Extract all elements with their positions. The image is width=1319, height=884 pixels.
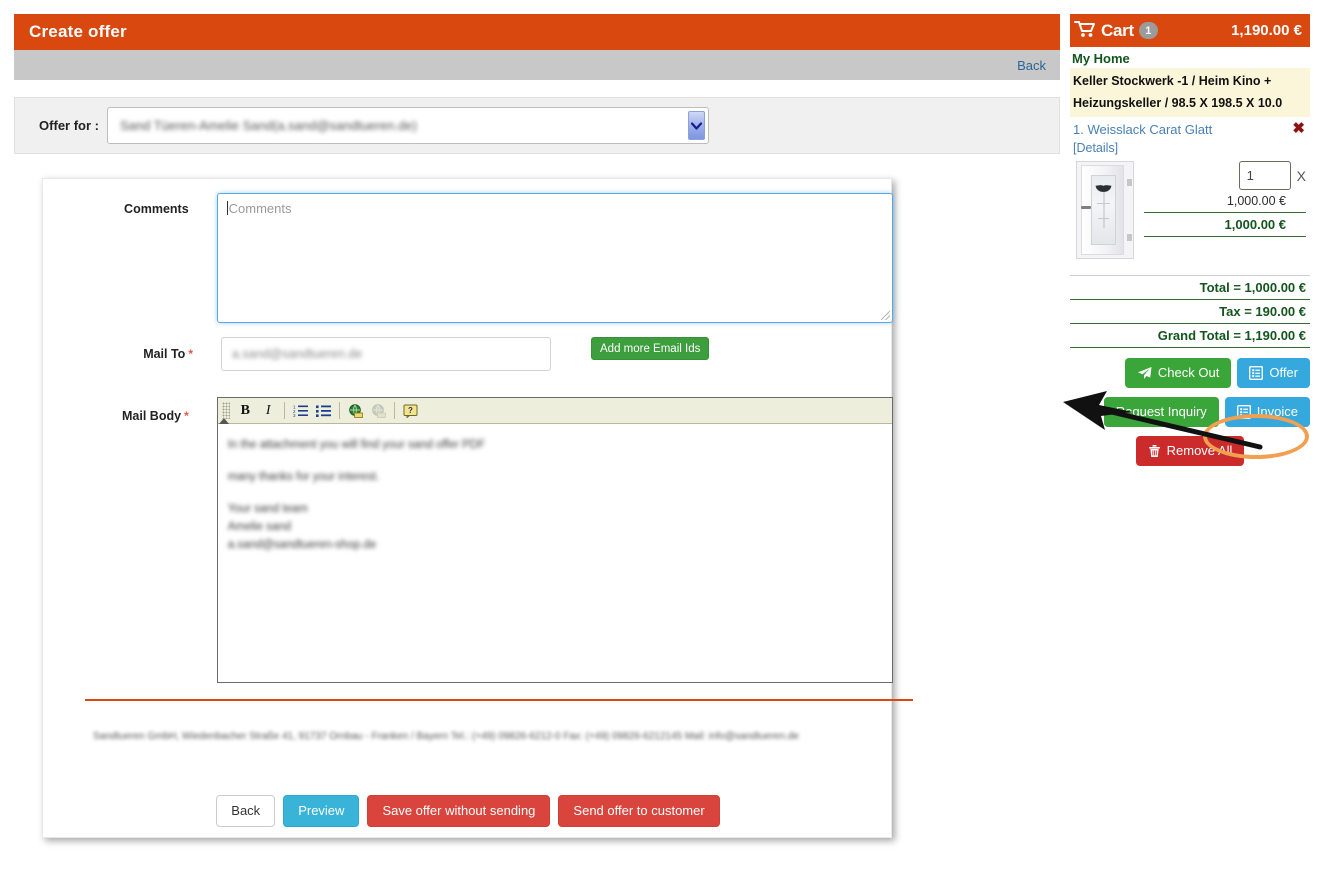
back-button[interactable]: Back [216,795,276,827]
editor-toolbar: B I 1 2 3 ? [217,398,892,424]
cart-home-label: My Home [1072,51,1130,66]
cart-tax-row: Tax = 190.00 € [1070,300,1310,324]
required-marker: * [188,347,193,361]
shopping-cart-icon [1074,20,1096,41]
text-caret [226,201,228,215]
offer-button[interactable]: Offer [1237,358,1310,388]
mail-body-line-1: In the attachment you will find your san… [227,439,486,451]
mail-to-input[interactable]: a.sand@sandtueren.de [221,337,551,371]
mail-to-value: a.sand@sandtueren.de [232,347,363,361]
add-more-email-ids-button[interactable]: Add more Email Ids [591,336,710,360]
svg-text:?: ? [408,406,413,415]
offer-label: Offer [1269,365,1298,380]
toolbar-divider [338,402,340,419]
toolbar-drag-handle[interactable] [221,402,230,419]
mail-to-row: Mail To * a.sand@sandtueren.de Add more E… [43,336,893,371]
comments-row: Comments Comments [43,193,893,323]
toolbar-divider [283,402,285,419]
quantity-input[interactable] [1238,161,1291,190]
page-title: Create offer [29,22,127,41]
offer-for-label: Offer for : [39,118,99,133]
back-link[interactable]: Back [1017,58,1060,73]
insert-link-icon[interactable] [345,401,366,421]
page-header: Create offer [14,14,1060,50]
cart-item-title[interactable]: 1. Weisslack Carat Glatt [1073,122,1212,137]
toolbar-divider [393,402,395,419]
cart-title: Cart [1101,20,1134,40]
quantity-row: X [1238,161,1306,190]
request-inquiry-button[interactable]: Request Inquiry [1103,397,1219,427]
send-offer-button[interactable]: Send offer to customer [558,795,720,827]
document-list-icon [1236,405,1251,419]
mail-body-content[interactable]: In the attachment you will find your san… [218,424,892,682]
sub-toolbar: Back [14,50,1060,80]
cart-totals: Total = 1,000.00 € Tax = 190.00 € Grand … [1070,275,1310,348]
chevron-down-icon[interactable] [688,111,705,140]
cart-button-row-1: Check Out Offer [1070,358,1310,388]
required-marker: * [184,409,189,423]
comments-label: Comments [124,202,189,216]
cart-count-badge: 1 [1138,22,1158,39]
remove-all-button[interactable]: Remove All [1135,436,1245,466]
mail-to-label: Mail To * [143,347,193,361]
mail-body-line-4: Amelie sand [227,521,292,533]
request-inquiry-label: Request Inquiry [1115,404,1207,419]
main-content-column: Create offer Back Offer for : Sand Tüere… [0,0,1060,884]
mail-body-editor[interactable]: B I 1 2 3 ? In the attachment you will f… [216,397,893,683]
cart-panel: Cart 1 1,190.00 € My Home Keller Stockwe… [1070,14,1310,574]
ordered-list-icon[interactable]: 1 2 3 [290,401,311,421]
door-product-thumbnail [1076,161,1134,259]
unit-price: 1,000.00 € [1226,194,1286,208]
trash-icon [1148,444,1161,458]
cart-header: Cart 1 1,190.00 € [1070,14,1310,47]
mail-body-line-2: many thanks for your interest. [227,471,380,483]
cart-location-text: Keller Stockwerk -1 / Heim Kino + Heizun… [1070,68,1310,117]
line-total: 1,000.00 € [1144,212,1306,237]
offer-for-selected-value: Sand Tüeren-Amelie Sand(a.sand@sandtuere… [120,118,417,133]
cart-button-row-3: Remove All [1070,436,1310,466]
mail-body-label: Mail Body * [122,409,189,423]
offer-for-select[interactable]: Sand Tüeren-Amelie Sand(a.sand@sandtuere… [107,107,709,144]
mail-body-line-3: Your sand team [227,503,308,515]
comments-placeholder: Comments [228,201,292,216]
cart-button-row-2: Request Inquiry Invoice [1070,397,1310,427]
comments-input[interactable]: Comments [216,193,893,323]
check-out-button[interactable]: Check Out [1124,358,1232,388]
unordered-list-icon[interactable] [313,401,334,421]
paper-plane-icon [1137,366,1152,380]
help-icon[interactable]: ? [400,401,421,421]
bold-icon[interactable]: B [235,401,256,421]
invoice-button[interactable]: Invoice [1224,397,1310,427]
multiply-symbol: X [1296,167,1306,184]
cart-price-column: X 1,000.00 € 1,000.00 € [1144,161,1308,259]
save-offer-button[interactable]: Save offer without sending [367,795,551,827]
document-list-icon [1249,366,1264,380]
remove-x-icon[interactable]: ✖ [1292,121,1308,136]
cart-item-header: 1. Weisslack Carat Glatt ✖ [1070,117,1310,137]
preview-button[interactable]: Preview [283,795,360,827]
cart-grand-total-row: Grand Total = 1,190.00 € [1070,324,1310,348]
cart-item-body: X 1,000.00 € 1,000.00 € [1070,157,1310,259]
textarea-resize-handle[interactable] [881,311,890,320]
offer-form-card: Comments Comments Mail To * a.sand@sandtu… [42,178,913,838]
mail-body-row: Mail Body * B I 1 2 3 ? In the attachmen… [43,397,893,683]
cart-action-buttons: Check Out Offer Request Inquiry Invoice … [1070,348,1310,466]
unlink-icon[interactable] [368,401,389,421]
svg-text:3: 3 [293,413,296,417]
italic-icon[interactable]: I [258,401,279,421]
cart-item-details-link[interactable]: [Details] [1070,137,1310,157]
cart-header-total: 1,190.00 € [1231,22,1302,39]
mail-body-line-5: a.sand@sandtueren-shop.de [227,539,377,551]
invoice-label: Invoice [1256,404,1298,419]
card-divider [85,699,913,701]
legal-footer-text: Sandtueren GmbH, Wiedenbacher Straße 41,… [93,731,799,742]
remove-all-label: Remove All [1166,443,1233,458]
form-action-bar: Back Preview Save offer without sending … [43,795,893,827]
offer-for-panel: Offer for : Sand Tüeren-Amelie Sand(a.sa… [14,97,1060,154]
cart-total-row: Total = 1,000.00 € [1070,276,1310,300]
check-out-label: Check Out [1157,365,1220,380]
